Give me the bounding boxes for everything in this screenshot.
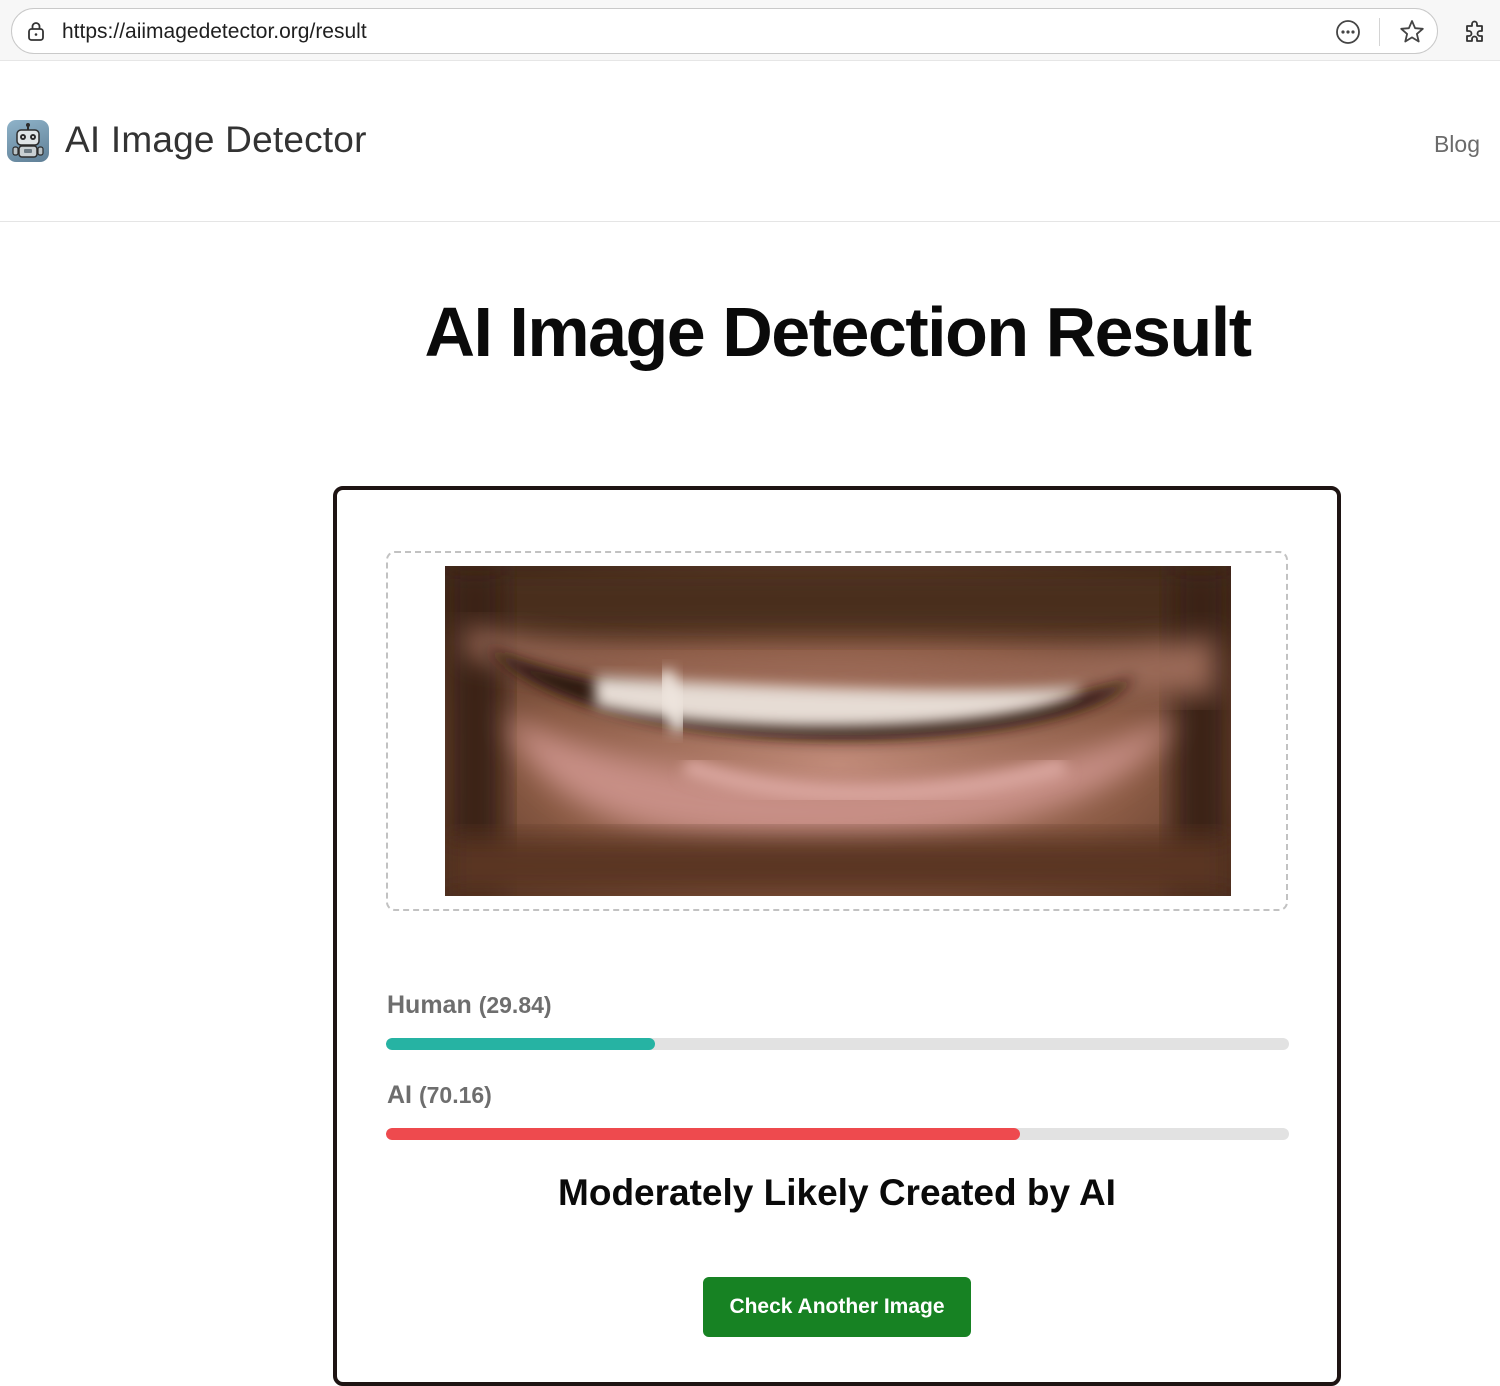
verdict-text: Moderately Likely Created by AI — [558, 1172, 1116, 1213]
favorite-star-icon[interactable] — [1398, 18, 1426, 46]
image-frame — [386, 551, 1288, 911]
ai-progress-fill — [386, 1128, 1020, 1140]
result-card: Human (29.84) AI (70.16) Moderately Like… — [333, 486, 1341, 1386]
robot-icon[interactable] — [7, 120, 49, 162]
score-value: (70.16) — [418, 1082, 492, 1108]
brand-name[interactable]: AI Image Detector — [65, 118, 367, 162]
human-progress-fill — [386, 1038, 656, 1050]
ai-progress-bar — [386, 1128, 1289, 1140]
site-header: AI Image Detector Blog — [0, 62, 1500, 222]
page-title: AI Image Detection Result — [424, 293, 1252, 371]
score-name: AI — [387, 1081, 412, 1109]
ai-score-label: AI (70.16) — [387, 1080, 492, 1110]
human-score-label: Human (29.84) — [387, 990, 552, 1020]
human-progress-bar — [386, 1038, 1289, 1050]
extensions-puzzle-icon[interactable] — [1461, 17, 1489, 45]
score-name: Human — [387, 991, 472, 1019]
browser-toolbar: https://aiimagedetector.org/result — [0, 0, 1500, 61]
url-text[interactable]: https://aiimagedetector.org/result — [62, 20, 367, 44]
lock-icon[interactable] — [25, 20, 47, 42]
uploaded-image — [445, 566, 1231, 896]
nav-link-blog[interactable]: Blog — [1434, 130, 1480, 158]
check-another-image-button[interactable]: Check Another Image — [703, 1277, 971, 1337]
toolbar-divider — [1379, 18, 1380, 46]
score-value: (29.84) — [478, 992, 552, 1018]
more-options-icon[interactable] — [1335, 19, 1361, 45]
address-bar[interactable]: https://aiimagedetector.org/result — [11, 8, 1438, 54]
